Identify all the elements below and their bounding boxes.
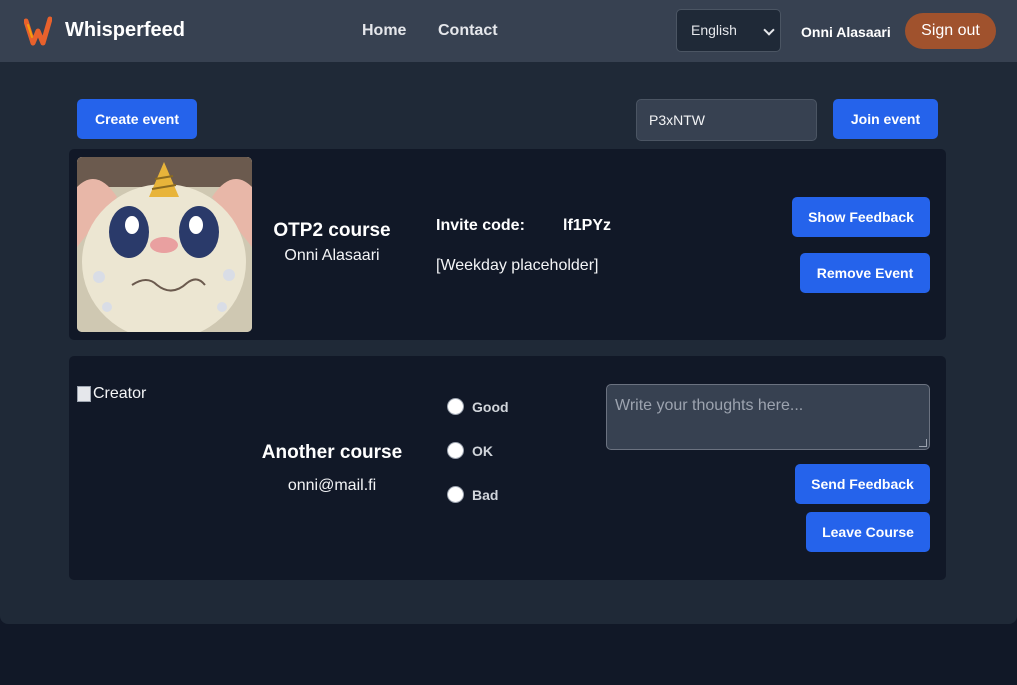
chevron-down-icon — [763, 24, 775, 36]
send-feedback-button[interactable]: Send Feedback — [795, 464, 930, 504]
user-name: Onni Alasaari — [801, 24, 891, 40]
whisperfeed-logo-icon[interactable] — [24, 15, 52, 47]
event-card: OTP2 course Onni Alasaari Invite code: l… — [69, 149, 946, 340]
feedback-textarea[interactable]: Write your thoughts here... — [606, 384, 930, 450]
nav-contact-link[interactable]: Contact — [438, 22, 498, 40]
invite-code-label: Invite code: — [436, 217, 525, 234]
creator-avatar-illustration — [77, 157, 252, 332]
event-title: Another course — [261, 442, 403, 463]
rating-label: OK — [472, 442, 493, 459]
join-event-button[interactable]: Join event — [833, 99, 938, 139]
event-owner: Onni Alasaari — [284, 247, 380, 264]
event-weekday: [Weekday placeholder] — [436, 257, 599, 274]
brand-name[interactable]: Whisperfeed — [65, 19, 185, 42]
create-event-button[interactable]: Create event — [77, 99, 197, 139]
rating-option-ok[interactable]: OK — [447, 442, 493, 459]
show-feedback-button[interactable]: Show Feedback — [792, 197, 930, 237]
leave-course-button[interactable]: Leave Course — [806, 512, 930, 552]
rating-option-good[interactable]: Good — [447, 398, 509, 415]
events-panel: Create event P3xNTW Join event OTP2 cour… — [0, 62, 1017, 624]
event-title: OTP2 course — [273, 220, 391, 241]
remove-event-button[interactable]: Remove Event — [800, 253, 930, 293]
rating-option-bad[interactable]: Bad — [447, 486, 498, 503]
join-code-input[interactable]: P3xNTW — [636, 99, 817, 141]
image-alt-text: Creator — [93, 385, 147, 402]
language-select[interactable]: English — [676, 9, 781, 52]
radio-button[interactable] — [447, 442, 464, 459]
sign-out-button[interactable]: Sign out — [905, 13, 996, 49]
resize-handle-icon[interactable] — [919, 439, 927, 447]
language-selected-value: English — [691, 22, 737, 38]
top-nav: Whisperfeed Home Contact English Onni Al… — [0, 0, 1017, 62]
event-creator-image — [77, 157, 252, 332]
event-creator-image: Creator — [77, 384, 146, 404]
radio-button[interactable] — [447, 486, 464, 503]
nav-home-link[interactable]: Home — [362, 22, 406, 40]
radio-button[interactable] — [447, 398, 464, 415]
rating-label: Good — [472, 398, 509, 415]
feedback-placeholder: Write your thoughts here... — [615, 397, 804, 414]
invite-code-value: lf1PYz — [563, 217, 612, 234]
broken-image-icon — [77, 386, 91, 402]
event-owner: onni@mail.fi — [287, 477, 377, 494]
event-card: Creator Another course onni@mail.fi Good… — [69, 356, 946, 580]
rating-label: Bad — [472, 486, 499, 503]
